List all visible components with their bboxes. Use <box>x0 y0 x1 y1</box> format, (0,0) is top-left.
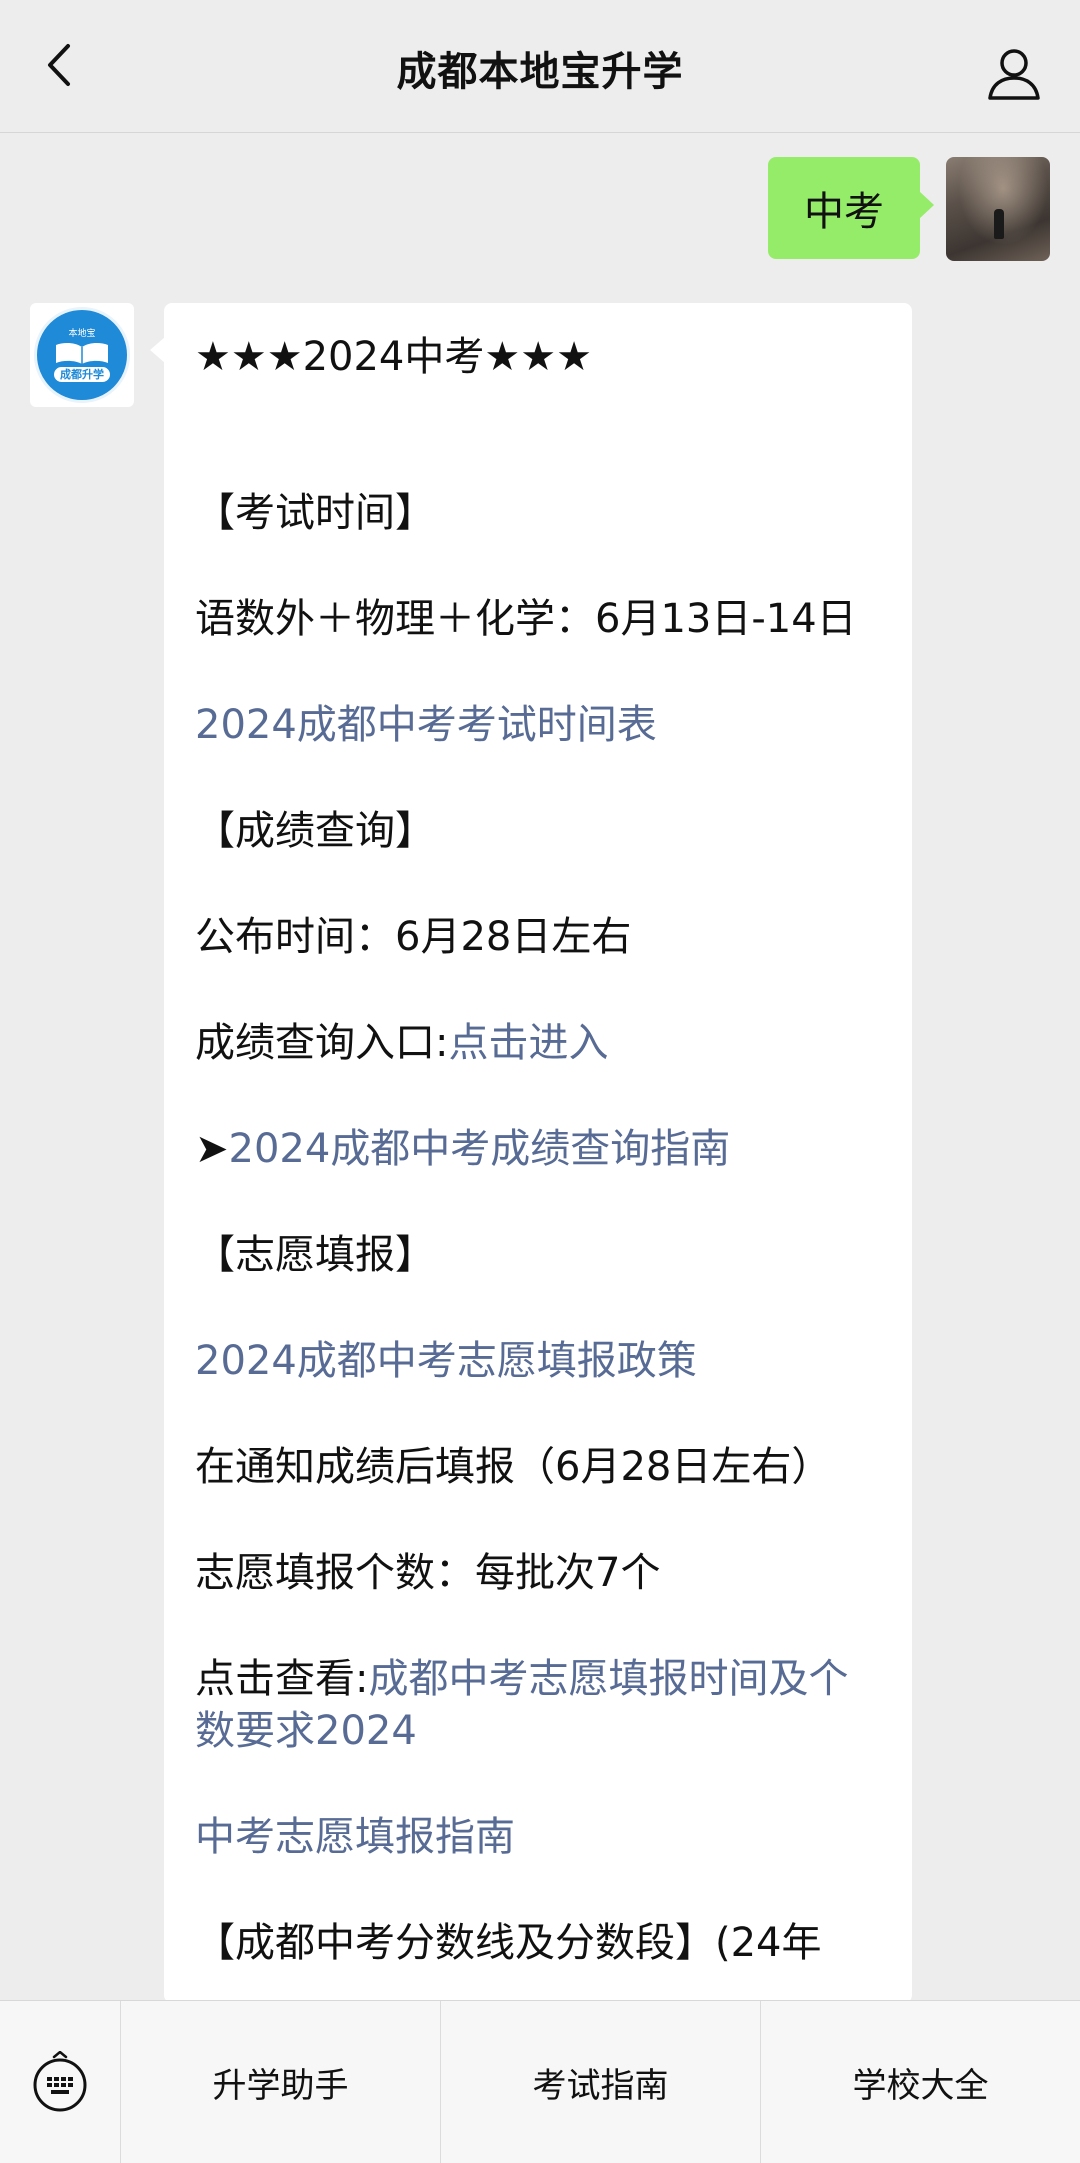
menu-item-exam-guide[interactable]: 考试指南 <box>440 2001 760 2163</box>
score-entry-line: 成绩查询入口:点击进入 <box>195 1017 882 1069</box>
score-entry-label: 成绩查询入口: <box>195 1020 449 1066</box>
exam-time-heading: 【考试时间】 <box>195 490 435 536</box>
chat-title: 成都本地宝升学 <box>396 49 684 95</box>
score-query-heading: 【成绩查询】 <box>195 808 435 854</box>
user-message-text: 中考 <box>804 189 884 235</box>
bot-avatar-name: 成都升学 <box>54 366 110 382</box>
score-entry-link[interactable]: 点击进入 <box>448 1020 608 1066</box>
bottom-menu-bar: 升学助手 考试指南 学校大全 <box>0 2000 1080 2163</box>
application-timing-text: 在通知成绩后填报（6月28日左右） <box>195 1444 832 1490</box>
bot-avatar-brand: 本地宝 <box>68 328 96 339</box>
menu-item-schools[interactable]: 学校大全 <box>760 2001 1080 2163</box>
exam-schedule-link[interactable]: 2024成都中考考试时间表 <box>195 699 882 751</box>
score-guide-line: ➤2024成都中考成绩查询指南 <box>195 1123 882 1175</box>
application-count-text: 志愿填报个数：每批次7个 <box>195 1550 661 1596</box>
keyboard-icon <box>33 2051 87 2112</box>
application-policy-link[interactable]: 2024成都中考志愿填报政策 <box>195 1335 882 1387</box>
user-avatar[interactable] <box>946 157 1050 261</box>
keyboard-toggle[interactable] <box>0 2001 120 2163</box>
avatar-photo-figure <box>994 209 1004 239</box>
bot-bubble-tail <box>150 337 165 363</box>
score-guide-link[interactable]: 2024成都中考成绩查询指南 <box>229 1126 731 1172</box>
top-bar: 成都本地宝升学 <box>0 0 1080 133</box>
profile-icon[interactable] <box>986 46 1042 102</box>
menu-item-assistant[interactable]: 升学助手 <box>120 2001 440 2163</box>
arrow-icon: ➤ <box>195 1126 229 1172</box>
bot-avatar[interactable]: 本地宝 成都升学 <box>30 303 134 407</box>
application-guide-link[interactable]: 中考志愿填报指南 <box>195 1811 882 1863</box>
back-chevron-icon[interactable] <box>36 40 86 90</box>
check-line: 点击查看:成都中考志愿填报时间及个数要求2024 <box>195 1653 882 1757</box>
bot-avatar-logo: 本地宝 成都升学 <box>34 307 130 403</box>
user-message-bubble[interactable]: 中考 <box>768 157 934 259</box>
user-message-row: 中考 <box>768 157 1050 261</box>
score-line-heading: 【成都中考分数线及分数段】(24年 <box>195 1920 822 1966</box>
publish-time-text: 公布时间：6月28日左右 <box>195 914 632 960</box>
bot-message-bubble: ★★★2024中考★★★ 【考试时间】 语数外＋物理＋化学：6月13日-14日 … <box>164 303 912 2003</box>
message-title: ★★★2024中考★★★ <box>195 334 592 380</box>
exam-time-text: 语数外＋物理＋化学：6月13日-14日 <box>195 596 857 642</box>
application-heading: 【志愿填报】 <box>195 1232 435 1278</box>
check-label: 点击查看: <box>195 1656 369 1702</box>
open-book-icon <box>56 342 108 364</box>
